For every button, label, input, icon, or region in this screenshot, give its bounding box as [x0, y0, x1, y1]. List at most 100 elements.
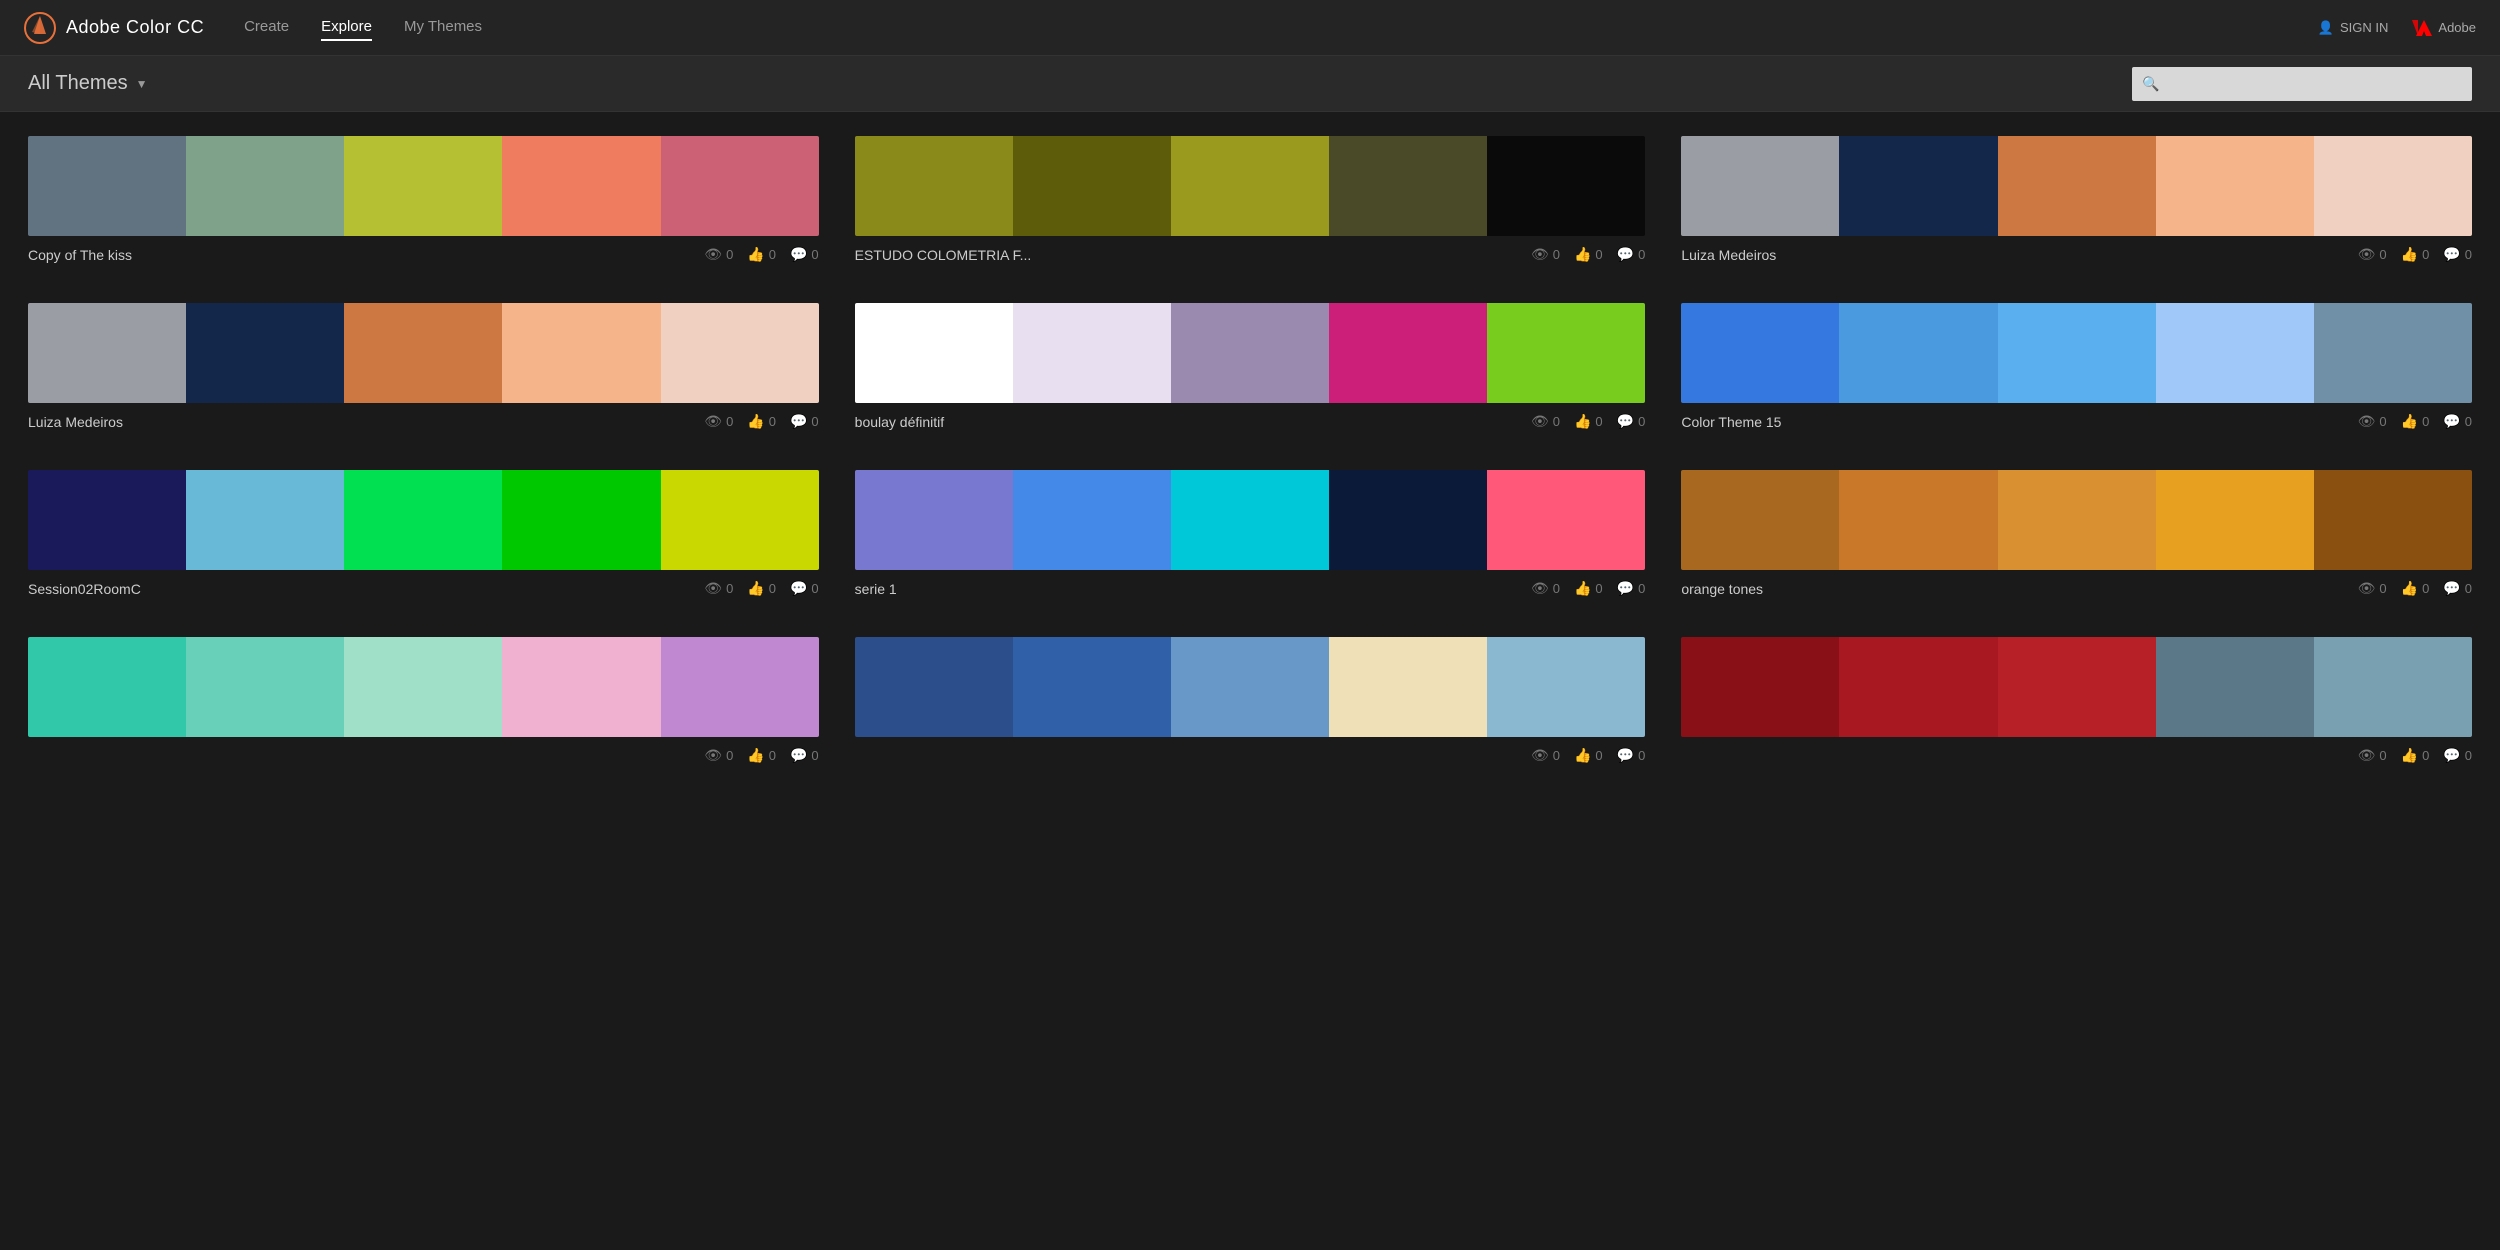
eye-icon: 👁: [704, 747, 722, 764]
views-stat: 👁 0: [704, 413, 733, 430]
color-swatch: [2314, 303, 2472, 403]
color-swatch: [186, 303, 344, 403]
color-swatch: [1681, 637, 1839, 737]
color-strip: [28, 637, 819, 737]
color-strip: [28, 303, 819, 403]
views-count: 0: [1553, 748, 1560, 763]
eye-icon: 👁: [1531, 580, 1549, 597]
like-icon: 👍: [1574, 747, 1591, 764]
toolbar: All Themes ▼ 🔍: [0, 56, 2500, 112]
color-swatch: [661, 136, 819, 236]
theme-card[interactable]: 👁 0 👍 0 💬 0: [1681, 637, 2472, 764]
color-swatch: [1681, 136, 1839, 236]
card-footer: ESTUDO COLOMETRIA F... 👁 0 👍 0 💬 0: [855, 246, 1646, 263]
like-icon: 👍: [1574, 246, 1591, 263]
color-strip: [28, 136, 819, 236]
color-swatch: [186, 136, 344, 236]
theme-card[interactable]: 👁 0 👍 0 💬 0: [28, 637, 819, 764]
likes-stat: 👍 0: [747, 747, 776, 764]
theme-card[interactable]: Luiza Medeiros 👁 0 👍 0 💬 0: [1681, 136, 2472, 263]
color-swatch: [1013, 470, 1171, 570]
likes-stat: 👍 0: [747, 246, 776, 263]
sign-in-label: SIGN IN: [2340, 20, 2388, 35]
comments-stat: 💬 0: [790, 246, 819, 263]
theme-title: boulay définitif: [855, 414, 1527, 430]
views-count: 0: [1553, 247, 1560, 262]
card-stats: 👁 0 👍 0 💬 0: [704, 413, 818, 430]
comment-icon: 💬: [1617, 747, 1634, 764]
color-swatch: [2314, 637, 2472, 737]
color-swatch: [1171, 637, 1329, 737]
card-footer: 👁 0 👍 0 💬 0: [1681, 747, 2472, 764]
adobe-icon: [2412, 18, 2432, 38]
themes-grid-container: Copy of The kiss 👁 0 👍 0 💬 0 ESTUDO COLO…: [0, 112, 2500, 788]
theme-card[interactable]: 👁 0 👍 0 💬 0: [855, 637, 1646, 764]
eye-icon: 👁: [1531, 246, 1549, 263]
comments-stat: 💬 0: [2443, 413, 2472, 430]
likes-stat: 👍 0: [747, 580, 776, 597]
views-count: 0: [2379, 414, 2386, 429]
like-icon: 👍: [1574, 580, 1591, 597]
eye-icon: 👁: [2358, 413, 2376, 430]
color-strip: [855, 470, 1646, 570]
like-icon: 👍: [2401, 747, 2418, 764]
views-stat: 👁 0: [1531, 580, 1560, 597]
all-themes-button[interactable]: All Themes ▼: [28, 72, 148, 95]
eye-icon: 👁: [2358, 580, 2376, 597]
card-footer: boulay définitif 👁 0 👍 0 💬 0: [855, 413, 1646, 430]
color-swatch: [1013, 303, 1171, 403]
views-count: 0: [2379, 247, 2386, 262]
color-swatch: [1171, 136, 1329, 236]
color-swatch: [855, 136, 1013, 236]
likes-stat: 👍 0: [1574, 246, 1603, 263]
sign-in-button[interactable]: 👤 SIGN IN: [2318, 20, 2389, 36]
app-logo[interactable]: Adobe Color CC: [24, 12, 204, 44]
card-stats: 👁 0 👍 0 💬 0: [704, 246, 818, 263]
nav-explore[interactable]: Explore: [321, 14, 372, 41]
color-swatch: [344, 136, 502, 236]
chevron-down-icon: ▼: [136, 77, 148, 91]
like-icon: 👍: [2401, 246, 2418, 263]
color-swatch: [2156, 303, 2314, 403]
comments-count: 0: [2465, 748, 2472, 763]
theme-title: Session02RoomC: [28, 581, 700, 597]
theme-card[interactable]: Copy of The kiss 👁 0 👍 0 💬 0: [28, 136, 819, 263]
views-stat: 👁 0: [2358, 246, 2387, 263]
comment-icon: 💬: [2443, 413, 2460, 430]
views-stat: 👁 0: [704, 246, 733, 263]
like-icon: 👍: [747, 580, 764, 597]
color-strip: [855, 637, 1646, 737]
comment-icon: 💬: [790, 580, 807, 597]
like-icon: 👍: [2401, 413, 2418, 430]
color-swatch: [1839, 136, 1997, 236]
theme-card[interactable]: Luiza Medeiros 👁 0 👍 0 💬 0: [28, 303, 819, 430]
comments-stat: 💬 0: [2443, 747, 2472, 764]
color-swatch: [1329, 637, 1487, 737]
user-icon: 👤: [2318, 20, 2334, 36]
color-swatch: [661, 303, 819, 403]
card-footer: Color Theme 15 👁 0 👍 0 💬 0: [1681, 413, 2472, 430]
comments-count: 0: [2465, 247, 2472, 262]
color-swatch: [186, 637, 344, 737]
comment-icon: 💬: [1617, 246, 1634, 263]
nav-my-themes[interactable]: My Themes: [404, 14, 482, 41]
comment-icon: 💬: [790, 413, 807, 430]
nav-create[interactable]: Create: [244, 14, 289, 41]
color-swatch: [1839, 303, 1997, 403]
theme-card[interactable]: boulay définitif 👁 0 👍 0 💬 0: [855, 303, 1646, 430]
themes-grid: Copy of The kiss 👁 0 👍 0 💬 0 ESTUDO COLO…: [28, 136, 2472, 764]
theme-card[interactable]: Color Theme 15 👁 0 👍 0 💬 0: [1681, 303, 2472, 430]
comments-count: 0: [811, 247, 818, 262]
comment-icon: 💬: [790, 246, 807, 263]
card-footer: Luiza Medeiros 👁 0 👍 0 💬 0: [28, 413, 819, 430]
theme-card[interactable]: serie 1 👁 0 👍 0 💬 0: [855, 470, 1646, 597]
views-count: 0: [1553, 581, 1560, 596]
comments-count: 0: [2465, 581, 2472, 596]
like-icon: 👍: [747, 747, 764, 764]
comments-stat: 💬 0: [2443, 580, 2472, 597]
theme-card[interactable]: ESTUDO COLOMETRIA F... 👁 0 👍 0 💬 0: [855, 136, 1646, 263]
theme-card[interactable]: orange tones 👁 0 👍 0 💬 0: [1681, 470, 2472, 597]
comments-stat: 💬 0: [790, 413, 819, 430]
theme-card[interactable]: Session02RoomC 👁 0 👍 0 💬 0: [28, 470, 819, 597]
search-input[interactable]: [2132, 67, 2472, 101]
